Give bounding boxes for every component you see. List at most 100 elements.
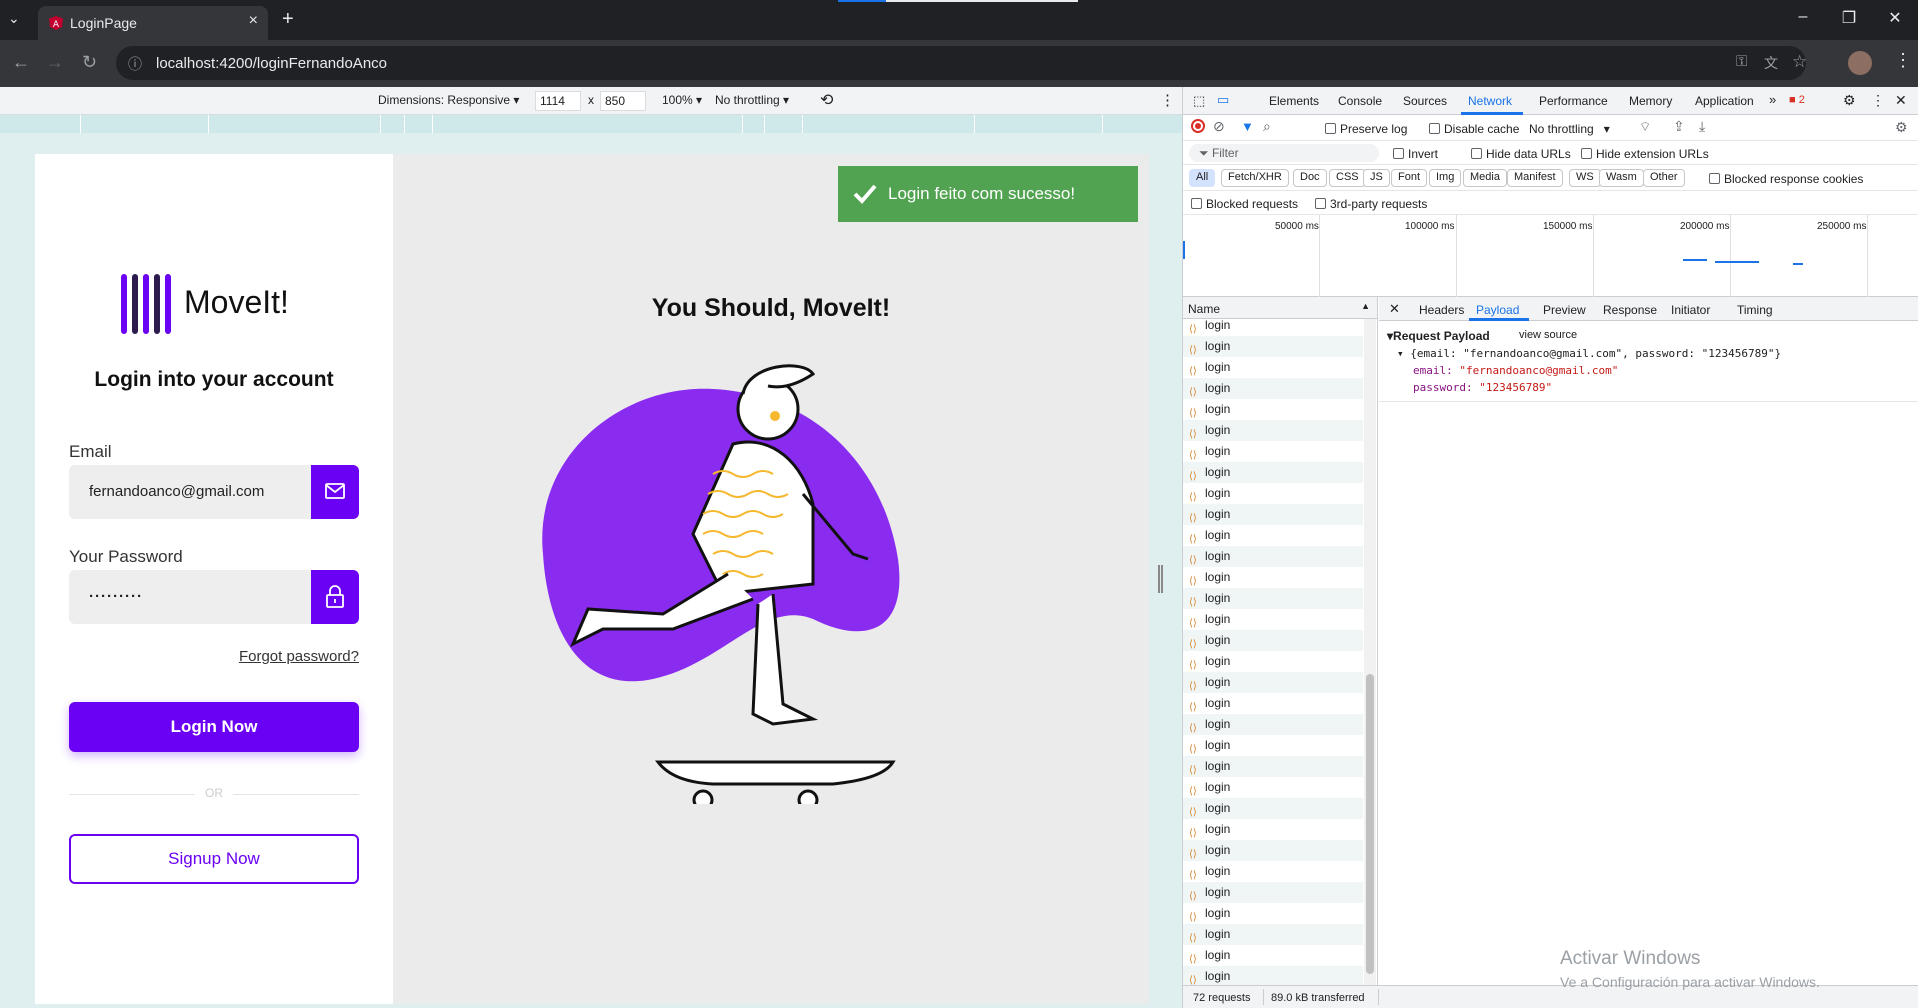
- request-row[interactable]: ⟨⟩ login: [1183, 924, 1363, 945]
- tab-search-button[interactable]: ⌄: [8, 10, 20, 27]
- request-row[interactable]: ⟨⟩ login: [1183, 420, 1363, 441]
- network-conditions-icon[interactable]: ⌔: [1639, 119, 1651, 135]
- tab-elements[interactable]: Elements: [1269, 94, 1319, 108]
- request-row[interactable]: ⟨⟩ login: [1183, 462, 1363, 483]
- request-row[interactable]: ⟨⟩ login: [1183, 357, 1363, 378]
- browser-tab[interactable]: A LoginPage ×: [38, 6, 268, 40]
- devtools-menu-icon[interactable]: ⋮: [1871, 92, 1885, 109]
- tab-memory[interactable]: Memory: [1629, 94, 1672, 108]
- filter-js[interactable]: JS: [1363, 169, 1390, 187]
- scrollbar-thumb[interactable]: [1366, 674, 1374, 974]
- request-row[interactable]: ⟨⟩ login: [1183, 693, 1363, 714]
- forgot-password-link[interactable]: Forgot password?: [239, 648, 359, 665]
- filter-other[interactable]: Other: [1643, 169, 1685, 187]
- zoom-select[interactable]: 100% ▾: [662, 93, 702, 107]
- request-row[interactable]: ⟨⟩ login: [1183, 315, 1363, 336]
- close-tab-icon[interactable]: ×: [249, 12, 258, 30]
- login-button[interactable]: Login Now: [69, 702, 359, 752]
- request-row[interactable]: ⟨⟩ login: [1183, 399, 1363, 420]
- device-toggle-icon[interactable]: ▭: [1217, 92, 1229, 108]
- translate-icon[interactable]: 文: [1764, 53, 1778, 73]
- request-row[interactable]: ⟨⟩ login: [1183, 714, 1363, 735]
- network-throttling-select[interactable]: No throttling ▾: [1529, 122, 1610, 136]
- viewport-resize-handle[interactable]: [1158, 565, 1163, 593]
- request-row[interactable]: ⟨⟩ login: [1183, 819, 1363, 840]
- export-har-icon[interactable]: ⤓: [1699, 118, 1705, 135]
- success-toast[interactable]: Login feito com sucesso!: [838, 166, 1138, 222]
- tab-performance[interactable]: Performance: [1539, 94, 1608, 108]
- media-query-ruler[interactable]: [0, 115, 1182, 133]
- email-button[interactable]: [311, 465, 359, 519]
- more-tabs-icon[interactable]: »: [1769, 92, 1776, 107]
- request-row[interactable]: ⟨⟩ login: [1183, 798, 1363, 819]
- width-input[interactable]: 1114: [535, 91, 581, 111]
- search-icon[interactable]: ⌕: [1263, 118, 1271, 135]
- filter-input[interactable]: ⏷ Filter: [1189, 144, 1379, 162]
- tab-response[interactable]: Response: [1603, 303, 1657, 317]
- password-key-icon[interactable]: ⚿: [1736, 53, 1747, 70]
- network-timeline-overview[interactable]: 50000 ms 100000 ms 150000 ms 200000 ms 2…: [1183, 215, 1918, 297]
- tab-payload[interactable]: Payload: [1476, 303, 1519, 317]
- settings-gear-icon[interactable]: ⚙: [1843, 92, 1856, 109]
- bookmark-star-icon[interactable]: ☆: [1792, 52, 1807, 72]
- password-field[interactable]: ·········: [69, 570, 359, 624]
- network-settings-icon[interactable]: ⚙: [1895, 119, 1908, 136]
- request-row[interactable]: ⟨⟩ login: [1183, 945, 1363, 966]
- throttling-select[interactable]: No throttling ▾: [715, 93, 789, 107]
- blocked-response-cookies-checkbox[interactable]: Blocked response cookies: [1709, 172, 1863, 186]
- filter-fetch-xhr[interactable]: Fetch/XHR: [1221, 169, 1289, 187]
- tab-timing[interactable]: Timing: [1737, 303, 1773, 317]
- filter-doc[interactable]: Doc: [1293, 169, 1327, 187]
- request-row[interactable]: ⟨⟩ login: [1183, 966, 1363, 985]
- error-badge[interactable]: ■ 2: [1789, 94, 1805, 106]
- email-field[interactable]: fernandoanco@gmail.com: [69, 465, 359, 519]
- request-row[interactable]: ⟨⟩ login: [1183, 735, 1363, 756]
- request-row[interactable]: ⟨⟩ login: [1183, 672, 1363, 693]
- request-row[interactable]: ⟨⟩ login: [1183, 546, 1363, 567]
- back-icon[interactable]: ←: [12, 52, 30, 73]
- request-row[interactable]: ⟨⟩ login: [1183, 651, 1363, 672]
- invert-checkbox[interactable]: Invert: [1393, 147, 1438, 161]
- restore-button[interactable]: ❐: [1834, 8, 1864, 28]
- filter-toggle-icon[interactable]: ▼: [1241, 119, 1254, 134]
- hide-extension-urls-checkbox[interactable]: Hide extension URLs: [1581, 147, 1709, 161]
- tab-preview[interactable]: Preview: [1543, 303, 1586, 317]
- site-info-icon[interactable]: ⓘ: [128, 54, 142, 74]
- request-row[interactable]: ⟨⟩ login: [1183, 861, 1363, 882]
- tab-initiator[interactable]: Initiator: [1671, 303, 1710, 317]
- payload-summary[interactable]: ▾ {email: "fernandoanco@gmail.com", pass…: [1397, 347, 1781, 360]
- devtools-close-icon[interactable]: ✕: [1895, 92, 1907, 109]
- new-tab-button[interactable]: +: [282, 8, 294, 31]
- request-list-scrollbar[interactable]: [1364, 319, 1376, 985]
- request-row[interactable]: ⟨⟩ login: [1183, 840, 1363, 861]
- request-row[interactable]: ⟨⟩ login: [1183, 630, 1363, 651]
- request-row[interactable]: ⟨⟩ login: [1183, 777, 1363, 798]
- filter-ws[interactable]: WS: [1569, 169, 1601, 187]
- preserve-log-checkbox[interactable]: Preserve log: [1325, 122, 1407, 136]
- request-row[interactable]: ⟨⟩ login: [1183, 903, 1363, 924]
- import-har-icon[interactable]: ⇪: [1673, 118, 1685, 135]
- request-row[interactable]: ⟨⟩ login: [1183, 483, 1363, 504]
- disable-cache-checkbox[interactable]: Disable cache: [1429, 122, 1519, 136]
- hide-data-urls-checkbox[interactable]: Hide data URLs: [1471, 147, 1571, 161]
- forward-icon[interactable]: →: [46, 52, 64, 73]
- dimensions-select[interactable]: Dimensions: Responsive ▾: [378, 93, 519, 107]
- request-row[interactable]: ⟨⟩ login: [1183, 525, 1363, 546]
- request-row[interactable]: ⟨⟩ login: [1183, 588, 1363, 609]
- filter-css[interactable]: CSS: [1329, 169, 1366, 187]
- tab-console[interactable]: Console: [1338, 94, 1382, 108]
- request-row[interactable]: ⟨⟩ login: [1183, 609, 1363, 630]
- signup-button[interactable]: Signup Now: [69, 834, 359, 884]
- reload-icon[interactable]: ↻: [82, 52, 97, 73]
- rotate-icon[interactable]: ⟲: [820, 90, 833, 110]
- tab-headers[interactable]: Headers: [1419, 303, 1464, 317]
- request-row[interactable]: ⟨⟩ login: [1183, 336, 1363, 357]
- view-source-link[interactable]: view source: [1519, 329, 1577, 341]
- profile-avatar[interactable]: [1848, 51, 1872, 75]
- tab-sources[interactable]: Sources: [1403, 94, 1447, 108]
- filter-all[interactable]: All: [1189, 169, 1216, 187]
- minimize-button[interactable]: –: [1788, 8, 1818, 26]
- filter-wasm[interactable]: Wasm: [1599, 169, 1644, 187]
- browser-menu-icon[interactable]: ⋮: [1894, 50, 1912, 71]
- tab-network[interactable]: Network: [1468, 94, 1512, 108]
